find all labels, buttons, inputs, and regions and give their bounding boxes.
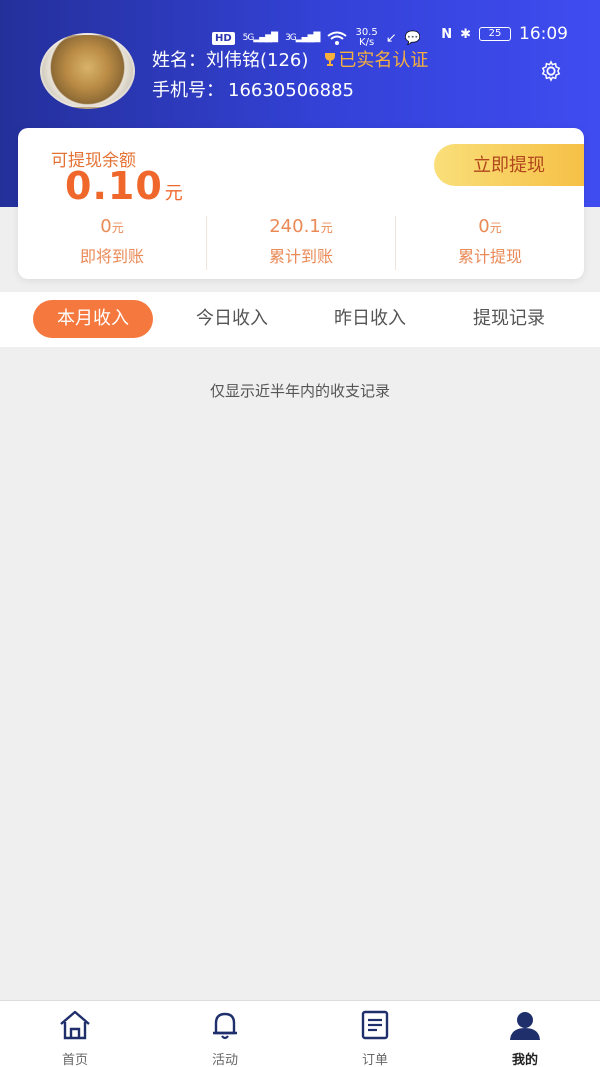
tab-month-income[interactable]: 本月收入 <box>33 300 153 338</box>
stat-withdrawn-unit: 元 <box>489 221 502 235</box>
nav-activity[interactable]: 活动 <box>150 1001 300 1067</box>
withdraw-button[interactable]: 立即提现 <box>434 144 584 186</box>
wifi-icon <box>327 31 348 45</box>
stat-received-unit: 元 <box>320 221 333 235</box>
verified-badge: 已实名认证 <box>322 46 428 72</box>
stat-received-value: 240.1 <box>269 216 321 237</box>
tab-withdraw-records[interactable]: 提现记录 <box>449 300 569 338</box>
nav-orders[interactable]: 订单 <box>300 1001 450 1067</box>
stat-pending-value: 0 <box>100 216 112 237</box>
phone-row: 手机号： 16630506885 <box>152 76 354 102</box>
battery-icon: 25 <box>479 27 511 41</box>
missed-call-icon: ↙ <box>385 30 397 46</box>
stat-received-amount: 240.1元 <box>207 216 395 237</box>
clock: 16:09 <box>519 24 568 44</box>
user-name-row: 姓名： 刘伟铭(126) 已实名认证 <box>152 46 428 72</box>
bell-icon <box>213 1012 237 1040</box>
signal-3g-icon: 3G▂▄▆█ <box>285 33 320 43</box>
nfc-icon: N <box>441 26 453 42</box>
network-speed: 30.5 K/s <box>355 28 377 48</box>
nav-activity-label: 活动 <box>211 1053 238 1067</box>
stat-pending-amount: 0元 <box>18 216 206 237</box>
stat-pending-unit: 元 <box>111 221 124 235</box>
stat-withdrawn-amount: 0元 <box>396 216 584 237</box>
avatar[interactable] <box>40 33 135 109</box>
order-icon <box>361 1010 389 1040</box>
tab-today-income[interactable]: 今日收入 <box>172 300 292 338</box>
balance-amount: 0.10 元 <box>65 164 184 208</box>
hd-indicator: HD <box>212 31 235 45</box>
stat-withdrawn-label: 累计提现 <box>457 247 522 266</box>
stat-received-label: 累计到账 <box>268 247 333 266</box>
balance-unit: 元 <box>164 183 184 204</box>
message-icon: 💬 <box>404 30 421 46</box>
phone-value: 16630506885 <box>228 80 354 101</box>
phone-label: 手机号： <box>152 80 224 101</box>
nav-home[interactable]: 首页 <box>0 1001 150 1067</box>
home-icon <box>60 1010 90 1040</box>
stat-withdrawn: 0元 累计提现 <box>395 216 584 270</box>
stat-pending-label: 即将到账 <box>79 247 144 266</box>
balance-card: 可提现余额 0.10 元 立即提现 0元 即将到账 240.1元 累计到账 0元 … <box>18 128 584 279</box>
profile-icon <box>510 1012 540 1040</box>
nav-mine-label: 我的 <box>511 1053 538 1067</box>
nav-orders-label: 订单 <box>361 1053 388 1067</box>
records-hint: 仅显示近半年内的收支记录 <box>209 382 390 400</box>
bluetooth-icon: ✱ <box>460 26 471 42</box>
balance-value: 0.10 <box>65 164 163 208</box>
name-value: 刘伟铭(126) <box>206 50 309 71</box>
tab-yesterday-income[interactable]: 昨日收入 <box>310 300 430 338</box>
nav-mine[interactable]: 我的 <box>450 1001 600 1067</box>
stat-received: 240.1元 累计到账 <box>206 216 395 270</box>
nav-home-label: 首页 <box>61 1053 88 1067</box>
signal-5g-icon: 5G▂▄▆█ <box>242 33 278 43</box>
stat-pending: 0元 即将到账 <box>18 216 206 270</box>
balance-stats: 0元 即将到账 240.1元 累计到账 0元 累计提现 <box>18 216 584 270</box>
settings-gear-icon[interactable] <box>540 60 562 82</box>
stat-withdrawn-value: 0 <box>478 216 490 237</box>
trophy-icon <box>325 53 336 66</box>
name-label: 姓名： <box>152 50 206 71</box>
signal-5g-label: 5G <box>242 33 255 43</box>
income-tabs: 本月收入 今日收入 昨日收入 提现记录 <box>0 292 600 347</box>
bottom-nav: 首页 活动 订单 我的 <box>0 1000 600 1067</box>
verified-text: 已实名认证 <box>338 50 429 71</box>
signal-3g-label: 3G <box>285 33 297 43</box>
